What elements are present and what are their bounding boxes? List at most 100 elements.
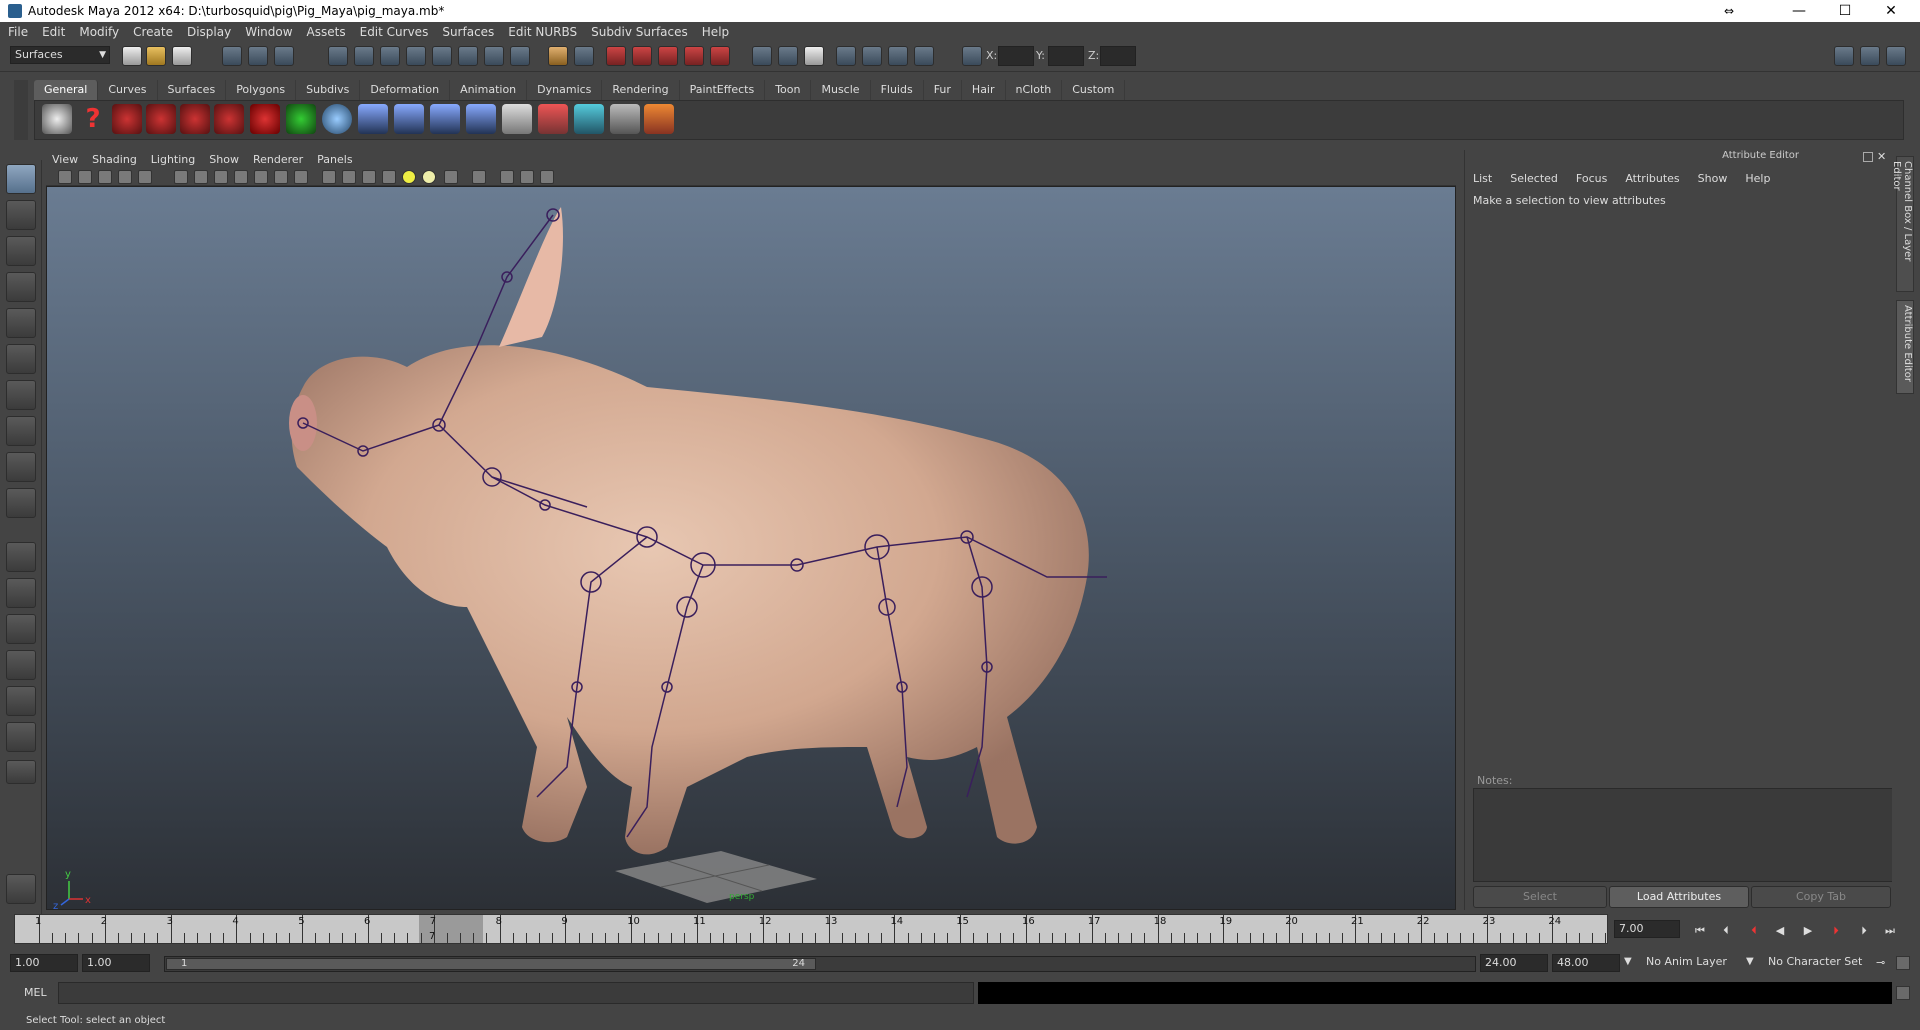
menu-edit[interactable]: Edit [42,25,65,39]
film-gate-icon[interactable] [194,170,208,184]
selection-mask-icon[interactable] [328,46,348,66]
render-settings-icon[interactable] [914,46,934,66]
menu-file[interactable]: File [8,25,28,39]
viewport-menu-renderer[interactable]: Renderer [253,153,303,166]
2d-pan-zoom-icon[interactable] [138,170,152,184]
highlight-selection-icon[interactable] [574,46,594,66]
tab-custom[interactable]: Custom [1062,80,1126,100]
auto-key-icon[interactable]: ▼ [1624,956,1632,967]
cubes-icon[interactable] [610,104,640,134]
menu-help[interactable]: Help [702,25,729,39]
show-attribute-editor-icon[interactable] [1834,46,1854,66]
last-tool-icon[interactable] [6,488,36,518]
float-panel-icon[interactable] [1863,152,1873,162]
snap-grid-icon[interactable] [606,46,626,66]
minimize-icon[interactable]: — [1776,0,1822,22]
viewport-menu-lighting[interactable]: Lighting [151,153,195,166]
anim-layer-chevron-icon[interactable]: ▼ [1746,956,1754,967]
ipr-render-icon[interactable] [888,46,908,66]
menu-subdiv-surfaces[interactable]: Subdiv Surfaces [591,25,688,39]
tab-dynamics[interactable]: Dynamics [527,80,603,100]
input-line-mode-icon[interactable] [962,46,982,66]
wireframe-on-shaded-icon[interactable] [362,170,376,184]
menu-assets[interactable]: Assets [307,25,346,39]
notes-textarea[interactable] [1473,788,1893,882]
show-manipulator-icon[interactable] [6,452,36,482]
save-scene-icon[interactable] [172,46,192,66]
show-tool-settings-icon[interactable] [1860,46,1880,66]
select-by-component-icon[interactable] [274,46,294,66]
magnet-icon[interactable] [250,104,280,134]
tab-channel-box-layer-editor[interactable]: Channel Box / Layer Editor [1891,156,1914,292]
xray-components-icon[interactable] [540,170,554,184]
animation-end-field[interactable]: 48.00 [1552,954,1620,972]
snap-view-plane-icon[interactable] [684,46,704,66]
tab-fluids[interactable]: Fluids [871,80,924,100]
script-editor-button-icon[interactable] [1896,986,1910,1000]
animation-start-field[interactable]: 1.00 [10,954,78,972]
select-by-object-icon[interactable] [248,46,268,66]
select-camera-icon[interactable] [58,170,72,184]
select-surfaces-icon[interactable] [406,46,426,66]
inputs-icon[interactable] [778,46,798,66]
menu-edit-curves[interactable]: Edit Curves [360,25,429,39]
persp-hypershade-layout-icon[interactable] [6,686,36,716]
sphere-icon[interactable] [322,104,352,134]
paint-brush-icon[interactable] [644,104,674,134]
menu-display[interactable]: Display [187,25,231,39]
x-field[interactable] [998,46,1034,66]
joint-chain-icon-1[interactable] [358,104,388,134]
render-layer-icon[interactable] [538,104,568,134]
tab-curves[interactable]: Curves [98,80,158,100]
menu-window[interactable]: Window [245,25,292,39]
make-live-icon[interactable] [710,46,730,66]
shelf-menu-icon[interactable] [14,80,28,140]
select-rendering-icon[interactable] [484,46,504,66]
close-panel-icon[interactable]: ✕ [1877,150,1886,163]
resolution-gate-icon[interactable] [214,170,228,184]
time-slider[interactable]: 7 1 2 3 4 5 6 7 8 9 10 11 12 13 14 15 16 17 18 19 20 21 22 23 2… [14,914,1608,944]
script-icon-4[interactable] [214,104,244,134]
select-joints-icon[interactable] [354,46,374,66]
green-arrow-icon[interactable] [286,104,316,134]
paint-select-tool-icon[interactable] [6,236,36,266]
four-view-layout-icon[interactable] [6,578,36,608]
cube-bucket-icon[interactable] [574,104,604,134]
soft-modification-icon[interactable] [6,416,36,446]
textured-icon[interactable] [382,170,396,184]
menu-set-dropdown[interactable]: Surfaces ▼ [10,46,110,64]
select-button[interactable]: Select [1473,886,1607,908]
close-icon[interactable]: ✕ [1868,0,1914,22]
script-icon-3[interactable] [180,104,210,134]
tab-general[interactable]: General [34,80,99,100]
viewport-menu-shading[interactable]: Shading [92,153,137,166]
persp-graph-layout-icon[interactable] [6,650,36,680]
attr-menu-help[interactable]: Help [1745,172,1770,185]
tab-polygons[interactable]: Polygons [226,80,297,100]
safe-action-icon[interactable] [274,170,288,184]
tab-surfaces[interactable]: Surfaces [158,80,227,100]
tab-attribute-editor[interactable]: Attribute Editor [1896,300,1914,394]
select-by-hierarchy-icon[interactable] [222,46,242,66]
scale-tool-icon[interactable] [6,344,36,374]
use-default-lights-icon[interactable] [402,170,416,184]
maximize-icon[interactable]: ☐ [1822,0,1868,22]
gate-mask-icon[interactable] [234,170,248,184]
menu-modify[interactable]: Modify [79,25,119,39]
shelf-trash-icon[interactable] [1892,82,1902,92]
render-current-frame-icon[interactable] [862,46,882,66]
safe-title-icon[interactable] [294,170,308,184]
character-key-icon[interactable]: ⊸ [1876,956,1885,969]
viewport-menu-panels[interactable]: Panels [317,153,352,166]
y-field[interactable] [1048,46,1084,66]
tab-rendering[interactable]: Rendering [602,80,680,100]
attr-menu-attributes[interactable]: Attributes [1625,172,1679,185]
attr-menu-selected[interactable]: Selected [1510,172,1558,185]
select-curves-icon[interactable] [380,46,400,66]
use-all-lights-icon[interactable] [422,170,436,184]
tab-ncloth[interactable]: nCloth [1006,80,1063,100]
viewport-menu-view[interactable]: View [52,153,78,166]
tab-fur[interactable]: Fur [924,80,962,100]
playback-start-field[interactable]: 1.00 [82,954,150,972]
anim-layer-dropdown[interactable]: No Anim Layer [1642,954,1754,972]
